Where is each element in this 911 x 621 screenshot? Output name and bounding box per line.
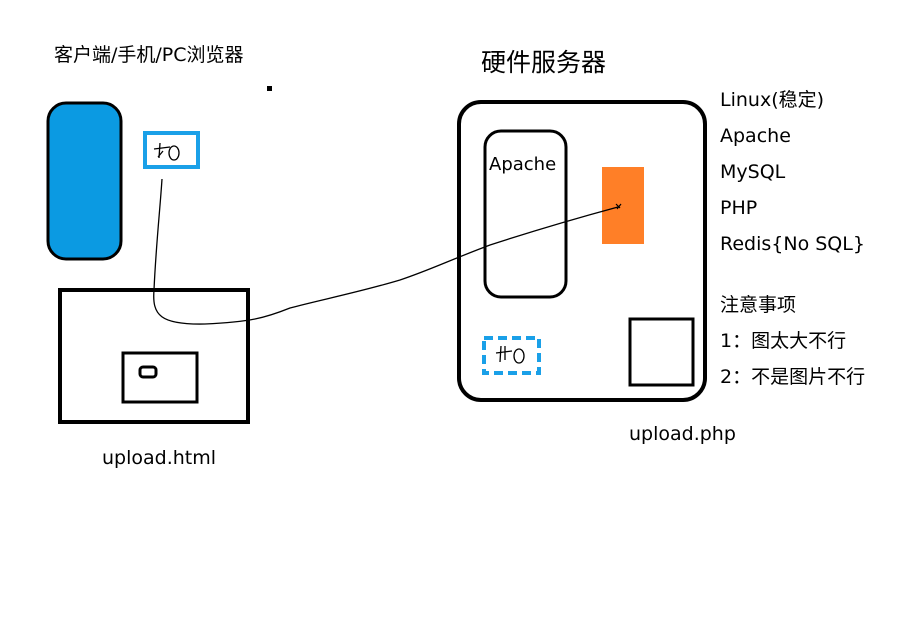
server-file-scribble [495,345,525,364]
storage-square [628,317,695,387]
server-file-box [482,336,541,375]
stack-item-redis: Redis{No SQL} [720,233,865,255]
upload-html-label: upload.html [102,447,217,469]
upload-form-box [121,351,199,404]
stack-item-linux: Linux(稳定) [720,89,825,111]
client-file-scribble [153,142,180,161]
stray-dot [267,86,272,91]
notes-title: 注意事项 [720,294,797,316]
php-block [602,167,644,244]
apache-inner-label: Apache [489,154,557,175]
client-title: 客户端/手机/PC浏览器 [54,44,244,66]
stack-item-mysql: MySQL [720,161,786,183]
server-title: 硬件服务器 [481,48,607,77]
server-box [457,100,707,402]
upload-button-shape [138,365,158,379]
stack-item-php: PHP [720,197,758,219]
note-item-2: 2：不是图片不行 [720,366,866,388]
upload-connection-line [153,178,619,325]
stack-item-apache: Apache [720,125,791,147]
phone-shape [46,101,123,261]
note-item-1: 1：图太大不行 [720,330,847,352]
client-file-box [143,131,200,169]
upload-php-label: upload.php [629,423,736,445]
